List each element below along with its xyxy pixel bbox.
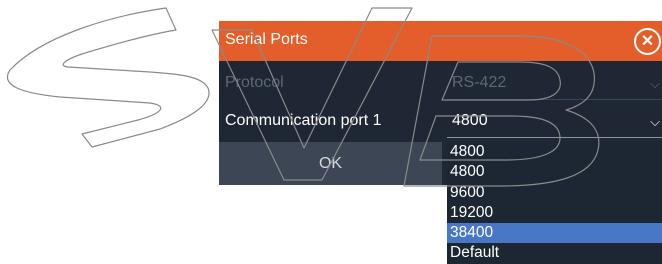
- dialog-title: Serial Ports: [225, 31, 308, 48]
- dropdown-option[interactable]: 4800: [447, 162, 662, 182]
- chevron-down-icon: ⌵: [650, 76, 660, 91]
- dropdown-option[interactable]: 4800: [447, 142, 662, 162]
- dropdown-option[interactable]: 9600: [447, 183, 662, 203]
- chevron-down-icon: ⌵: [650, 114, 660, 129]
- protocol-underline: [447, 99, 662, 100]
- communication-port-label: Communication port 1: [225, 112, 382, 129]
- dialog-titlebar: Serial Ports ✕: [219, 21, 662, 61]
- protocol-row: Protocol RS-422 ⌵: [219, 65, 662, 101]
- ok-button[interactable]: OK: [219, 142, 442, 185]
- close-icon[interactable]: ✕: [634, 28, 661, 55]
- dropdown-option[interactable]: 19200: [447, 203, 662, 223]
- protocol-select[interactable]: RS-422 ⌵: [447, 65, 662, 101]
- protocol-value: RS-422: [452, 74, 507, 91]
- protocol-label: Protocol: [225, 74, 284, 91]
- port-underline: [447, 137, 662, 138]
- communication-port-row: Communication port 1 4800 ⌵: [219, 103, 662, 139]
- communication-port-value: 4800: [452, 112, 488, 129]
- dropdown-option-selected[interactable]: 38400: [447, 223, 662, 244]
- baud-rate-dropdown-list: 4800 4800 9600 19200 38400 Default: [447, 142, 662, 264]
- dropdown-option[interactable]: Default: [447, 243, 662, 263]
- communication-port-select[interactable]: 4800 ⌵: [447, 103, 662, 139]
